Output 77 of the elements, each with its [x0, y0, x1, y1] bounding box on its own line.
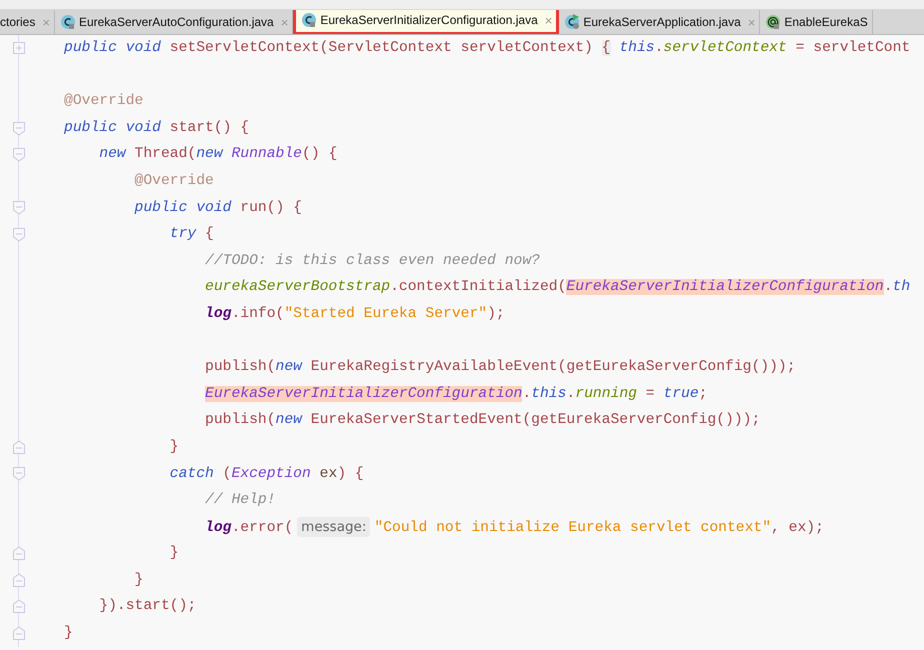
- collapse-fold-icon: [12, 466, 26, 482]
- code-text: this: [531, 386, 566, 402]
- code-text: start() {: [168, 120, 250, 136]
- code-text: new: [276, 412, 302, 428]
- code-text: .: [522, 386, 532, 402]
- code-text: publish(: [205, 359, 276, 376]
- code-text: }: [170, 545, 179, 562]
- code-text: publish(: [205, 412, 276, 428]
- code-text: , ex);: [771, 520, 824, 536]
- code-text: //TODO: is this class even needed now?: [205, 252, 540, 269]
- code-text: run() {: [239, 200, 302, 216]
- code-text: );: [487, 306, 505, 322]
- code-text: = servletCont: [794, 40, 910, 56]
- code-text: }: [170, 438, 179, 455]
- code-text: EurekaRegistryAvailableEvent(getEurekaServerConfig()));: [310, 359, 796, 376]
- highlighted-code: EurekaServerInitializerConfiguration: [205, 386, 522, 402]
- code-text: Runnable: [230, 146, 302, 162]
- code-text: {: [204, 226, 214, 242]
- code-text: try: [170, 226, 196, 242]
- editor-tab[interactable]: EurekaServerInitializerConfiguration.java ×: [293, 10, 560, 34]
- code-text: log: [205, 520, 232, 536]
- code-text: new: [196, 146, 223, 162]
- code-text: "Started Eureka Server": [284, 306, 488, 322]
- code-text: public void: [64, 120, 161, 136]
- code-text: =: [644, 386, 655, 402]
- class-file-icon: [60, 14, 76, 30]
- code-text: @Override: [134, 172, 214, 189]
- folded-code: {: [602, 40, 610, 56]
- code-text: EurekaServerStartedEvent(getEurekaServerConfig()));: [310, 412, 760, 428]
- fold-end-icon: [12, 546, 26, 562]
- code-text: servletContext: [663, 40, 787, 56]
- code-text: .: [654, 40, 664, 56]
- code-text: true: [662, 386, 699, 402]
- code-text: public void: [64, 40, 161, 56]
- collapse-fold-icon: [12, 147, 26, 162]
- code-text: ex: [318, 466, 338, 482]
- code-text: () {: [302, 146, 338, 162]
- code-text: Thread(: [134, 146, 196, 162]
- code-text: new: [99, 146, 126, 162]
- code-text: catch: [170, 466, 214, 482]
- runnable-class-icon: [564, 14, 580, 30]
- code-text: setServletContext(ServletContext servletContext): [168, 40, 594, 56]
- expand-fold-icon: [12, 40, 26, 56]
- code-text: this: [618, 40, 655, 56]
- code-text: running: [575, 386, 637, 402]
- code-text: .: [884, 279, 893, 296]
- code-text: // Help!: [205, 492, 276, 508]
- parameter-hint: message:: [297, 516, 370, 537]
- class-file-icon: [301, 12, 318, 28]
- code-text: Exception: [231, 466, 311, 482]
- code-text: }: [134, 572, 144, 588]
- code-text: .: [566, 386, 576, 402]
- collapse-fold-icon: [12, 120, 26, 136]
- code-text: eurekaServerBootstrap: [205, 279, 390, 296]
- code-text: ) {: [337, 466, 364, 482]
- highlighted-code: EurekaServerInitializerConfiguration: [566, 279, 884, 296]
- code-text: }: [64, 625, 73, 642]
- code-text: .contextInitialized(: [390, 279, 566, 296]
- collapse-fold-icon: [12, 226, 26, 242]
- code-text: ;: [698, 386, 708, 402]
- fold-end-icon: [12, 626, 26, 641]
- code-text: .error(: [231, 520, 294, 536]
- code-text: log: [205, 306, 232, 322]
- collapse-fold-icon: [12, 200, 26, 216]
- code-text: .info(: [231, 306, 284, 322]
- annotation-file-icon: [765, 14, 782, 30]
- code-text: }).start();: [99, 598, 196, 614]
- code-text: public void: [134, 200, 232, 216]
- code-text: @Override: [64, 93, 144, 110]
- fold-end-icon: [12, 572, 26, 588]
- code-text: th: [892, 279, 910, 296]
- code-text: new: [276, 359, 302, 376]
- fold-end-icon: [12, 440, 26, 455]
- code-text: (: [222, 466, 232, 482]
- code-text: "Could not initialize Eureka servlet context": [374, 520, 772, 536]
- editor-tab[interactable]: ctories ×: [0, 10, 55, 34]
- fold-end-icon: [12, 599, 26, 614]
